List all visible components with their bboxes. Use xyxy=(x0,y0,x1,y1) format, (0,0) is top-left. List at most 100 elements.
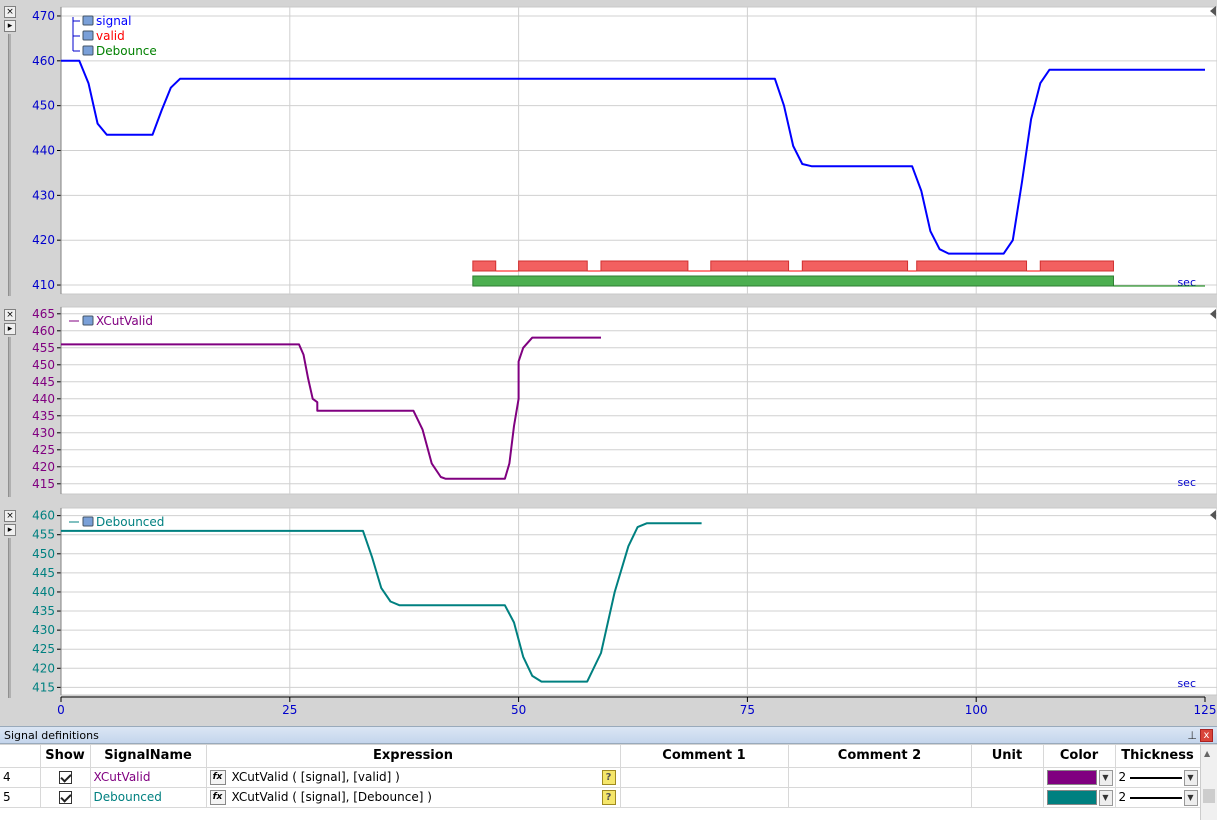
chevron-down-icon[interactable]: ▼ xyxy=(1098,789,1113,806)
column-header[interactable]: Unit xyxy=(971,745,1044,768)
pane-close-button[interactable]: × xyxy=(4,510,16,522)
unit-label: sec xyxy=(1177,276,1196,289)
row-index: 5 xyxy=(0,787,41,808)
chevron-down-icon[interactable]: ▼ xyxy=(1183,789,1198,806)
y-tick-label: 435 xyxy=(32,409,55,423)
y-tick-label: 420 xyxy=(32,460,55,474)
legend-signal-icon xyxy=(82,15,94,26)
column-header[interactable]: SignalName xyxy=(90,745,207,768)
unit-cell[interactable] xyxy=(971,787,1044,808)
pane-close-button[interactable]: × xyxy=(4,309,16,321)
pane-expand-button[interactable]: ▸ xyxy=(4,323,16,335)
x-tick-label: 125 xyxy=(1194,703,1217,717)
table-row[interactable]: 5 Debounced fx XCutValid ( [signal], [Debou… xyxy=(0,787,1201,808)
column-header[interactable]: Comment 1 xyxy=(620,745,789,768)
thickness-preview xyxy=(1130,796,1183,799)
scroll-thumb[interactable] xyxy=(1203,789,1215,803)
legend-signal-icon xyxy=(82,45,94,56)
chart-canvas[interactable]: 470460450440430420410 secsignalvalidDebou… xyxy=(0,0,1217,726)
expression-text: XCutValid ( [signal], [valid] ) xyxy=(231,769,400,784)
show-cell[interactable] xyxy=(40,787,91,808)
expression-cell[interactable]: fx XCutValid ( [signal], [Debounce] )? xyxy=(206,787,621,808)
comment1-cell[interactable] xyxy=(620,787,789,808)
column-header[interactable]: Comment 2 xyxy=(788,745,972,768)
column-header[interactable] xyxy=(0,745,41,768)
y-tick-label: 440 xyxy=(32,585,55,599)
scroll-up-icon[interactable]: ▲ xyxy=(1204,749,1210,758)
y-tick-label: 465 xyxy=(32,307,55,321)
show-checkbox[interactable] xyxy=(58,791,72,804)
y-tick-label: 430 xyxy=(32,623,55,637)
color-swatch[interactable] xyxy=(1046,789,1097,805)
pane-splitter[interactable] xyxy=(8,337,11,497)
y-tick-label: 450 xyxy=(32,99,55,113)
unit-label: sec xyxy=(1177,677,1196,690)
help-icon[interactable]: ? xyxy=(601,769,616,785)
plot-background xyxy=(60,306,1217,495)
unit-cell[interactable] xyxy=(971,767,1044,788)
signal-definitions-grid[interactable]: Show SignalName Expression Comment 1 Comment… xyxy=(0,745,1201,820)
column-header[interactable]: Expression xyxy=(206,745,621,768)
pane-collapse-icon[interactable] xyxy=(1210,309,1216,319)
y-tick-label: 415 xyxy=(32,680,55,694)
valid-segment xyxy=(600,260,689,272)
thickness-cell[interactable]: 2 ▼ xyxy=(1115,787,1201,808)
color-cell[interactable]: ▼ xyxy=(1043,767,1116,788)
y-tick-label: 410 xyxy=(32,278,55,292)
column-header[interactable]: Color xyxy=(1043,745,1116,768)
pane-expand-button[interactable]: ▸ xyxy=(4,524,16,536)
pane-collapse-icon[interactable] xyxy=(1210,510,1216,520)
pane-expand-button[interactable]: ▸ xyxy=(4,20,16,32)
signal-name-cell[interactable]: Debounced xyxy=(90,787,207,808)
color-cell[interactable]: ▼ xyxy=(1043,787,1116,808)
table-row[interactable]: 4 XCutValid fx XCutValid ( [signal], [valid… xyxy=(0,767,1201,788)
signal-name-cell[interactable]: XCutValid xyxy=(90,767,207,788)
pin-icon[interactable]: ⊥ xyxy=(1187,729,1197,742)
y-tick-label: 415 xyxy=(32,477,55,491)
expression-cell[interactable]: fx XCutValid ( [signal], [valid] )? xyxy=(206,767,621,788)
chevron-down-icon[interactable]: ▼ xyxy=(1098,769,1113,786)
pane-collapse-icon[interactable] xyxy=(1210,6,1216,16)
comment2-cell[interactable] xyxy=(788,767,972,788)
pane-splitter[interactable] xyxy=(8,34,11,296)
show-cell[interactable] xyxy=(40,767,91,788)
function-icon[interactable]: fx xyxy=(209,789,226,805)
y-tick-label: 445 xyxy=(32,566,55,580)
panel-title: Signal definitions xyxy=(4,729,99,742)
x-tick-label: 75 xyxy=(740,703,755,717)
thickness-cell[interactable]: 2 ▼ xyxy=(1115,767,1201,788)
thickness-preview xyxy=(1130,776,1183,779)
y-tick-label: 460 xyxy=(32,509,55,523)
grid-header-row: Show SignalName Expression Comment 1 Comment… xyxy=(0,745,1201,768)
signal-definitions-header: Signal definitions ⊥ x xyxy=(0,726,1217,744)
y-tick-label: 420 xyxy=(32,661,55,675)
thickness-value: 2 xyxy=(1118,790,1127,804)
x-tick-label: 50 xyxy=(511,703,526,717)
legend-signal-icon xyxy=(82,30,94,41)
column-header[interactable]: Thickness xyxy=(1115,745,1201,768)
expression-text: XCutValid ( [signal], [Debounce] ) xyxy=(231,789,432,804)
comment1-cell[interactable] xyxy=(620,767,789,788)
chevron-down-icon[interactable]: ▼ xyxy=(1183,769,1198,786)
close-icon[interactable]: x xyxy=(1200,729,1213,742)
pane-close-button[interactable]: × xyxy=(4,6,16,18)
y-tick-label: 440 xyxy=(32,392,55,406)
chart-area[interactable]: 470 460 450 440 430 420 410 sec signal valid Debou… xyxy=(0,0,1217,726)
function-icon[interactable]: fx xyxy=(209,769,226,785)
y-tick-label: 425 xyxy=(32,443,55,457)
valid-segment xyxy=(1039,260,1114,272)
valid-segment xyxy=(710,260,790,272)
legend-label: signal xyxy=(96,14,132,28)
y-tick-label: 450 xyxy=(32,358,55,372)
legend-label: XCutValid xyxy=(96,314,153,328)
y-tick-label: 470 xyxy=(32,9,55,23)
valid-segment xyxy=(801,260,909,272)
show-checkbox[interactable] xyxy=(58,771,72,784)
color-swatch[interactable] xyxy=(1046,769,1097,785)
comment2-cell[interactable] xyxy=(788,787,972,808)
legend-label: Debounce xyxy=(96,44,157,58)
vertical-scrollbar[interactable]: ▲ xyxy=(1200,745,1217,820)
help-icon[interactable]: ? xyxy=(601,789,616,805)
pane-splitter[interactable] xyxy=(8,538,11,698)
column-header[interactable]: Show xyxy=(40,745,91,768)
